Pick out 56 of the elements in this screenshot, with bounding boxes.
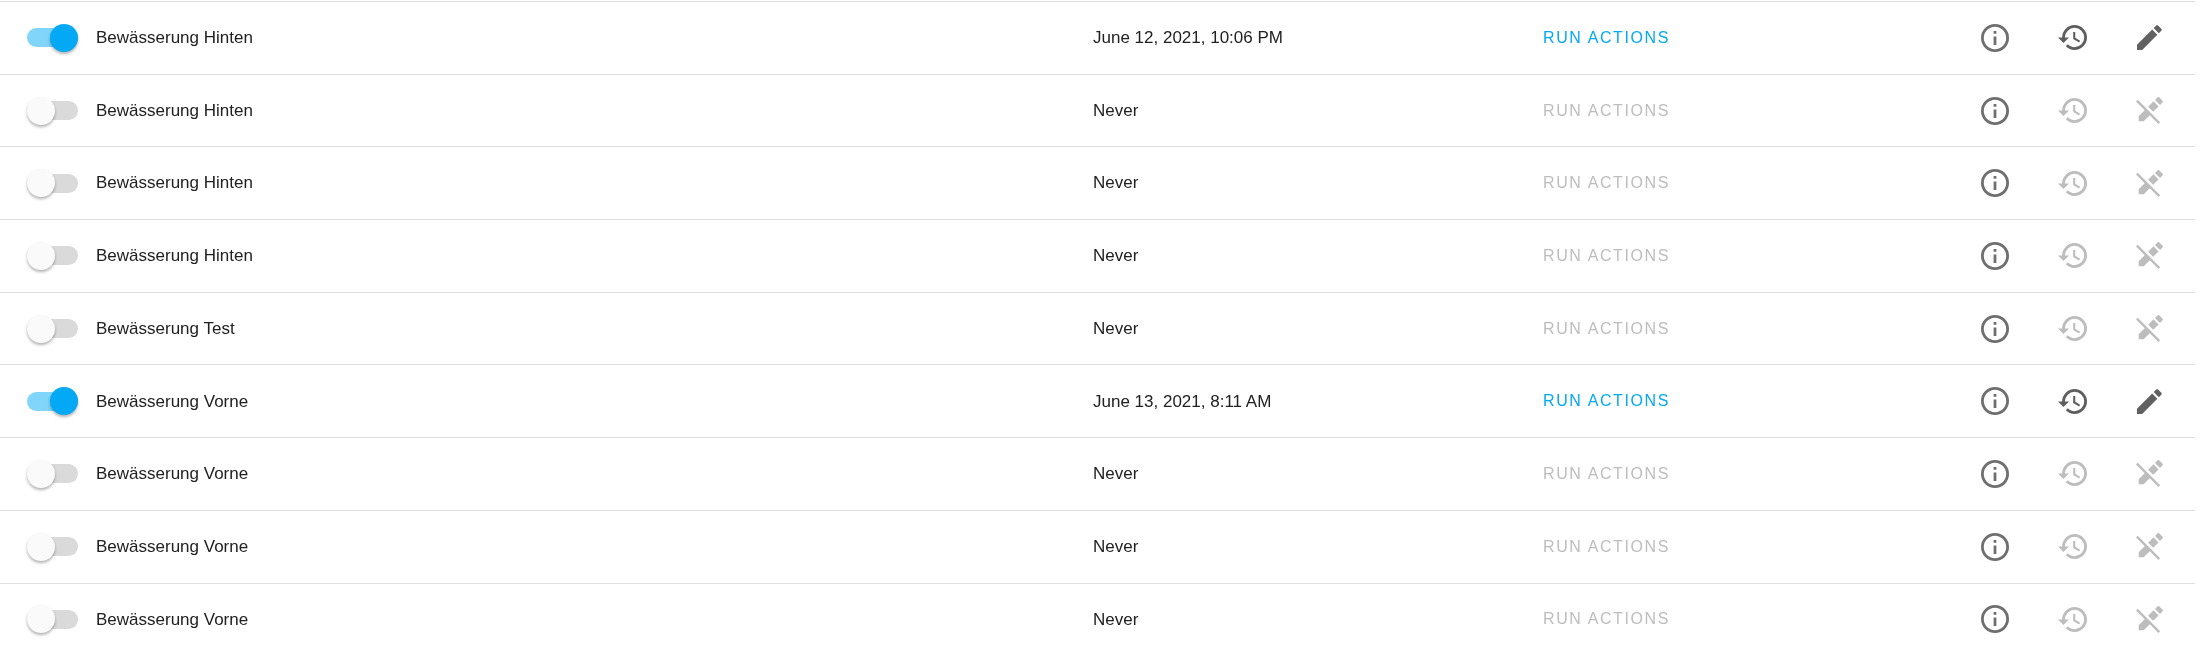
automation-name: Bewässerung Test — [96, 317, 236, 340]
info-icon — [1981, 532, 2009, 561]
history-icon — [2057, 243, 2087, 269]
toggle-switch[interactable] — [27, 459, 78, 488]
history-icon — [2057, 606, 2087, 632]
toggle-switch[interactable] — [27, 387, 78, 416]
last-triggered-text: Never — [1093, 463, 1140, 486]
toggle-switch[interactable] — [27, 314, 78, 343]
automation-name: Bewässerung Vorne — [96, 608, 250, 631]
pencil-off-icon — [2135, 315, 2163, 343]
last-triggered-text: Never — [1093, 99, 1140, 122]
automation-name: Bewässerung Hinten — [96, 27, 254, 50]
pencil-icon — [2136, 388, 2162, 414]
pencil-off-icon — [2135, 605, 2163, 633]
info-icon — [1981, 387, 2009, 416]
toggle-switch[interactable] — [27, 532, 78, 561]
info-icon — [1981, 23, 2009, 52]
toggle-switch[interactable] — [27, 169, 78, 198]
info-icon — [1981, 605, 2009, 634]
pencil-off-icon — [2135, 533, 2163, 561]
history-icon — [2057, 316, 2087, 342]
pencil-off-icon — [2135, 242, 2163, 270]
history-icon — [2057, 388, 2087, 414]
toggle-switch[interactable] — [27, 96, 78, 125]
history-icon — [2057, 98, 2087, 124]
info-icon — [1981, 169, 2009, 198]
run-actions-button[interactable]: RUN ACTIONS — [1532, 376, 1681, 427]
automation-name: Bewässerung Vorne — [96, 535, 250, 558]
last-triggered-text: June 12, 2021, 10:06 PM — [1093, 27, 1284, 50]
last-triggered-text: Never — [1093, 317, 1140, 340]
info-icon — [1981, 96, 2009, 125]
automation-name: Bewässerung Hinten — [96, 99, 254, 122]
toggle-switch[interactable] — [27, 605, 78, 634]
last-triggered-text: Never — [1093, 535, 1140, 558]
pencil-off-icon — [2135, 169, 2163, 197]
info-icon — [1981, 241, 2009, 270]
automation-name: Bewässerung Vorne — [96, 463, 250, 486]
last-triggered-text: Never — [1093, 608, 1140, 631]
pencil-off-icon — [2135, 97, 2163, 125]
automation-name: Bewässerung Hinten — [96, 172, 254, 195]
history-icon — [2057, 461, 2087, 487]
info-icon — [1981, 459, 2009, 488]
last-triggered-text: Never — [1093, 245, 1140, 268]
last-triggered-text: June 13, 2021, 8:11 AM — [1093, 390, 1273, 413]
info-icon — [1981, 314, 2009, 343]
run-actions-button[interactable]: RUN ACTIONS — [1532, 12, 1681, 63]
history-icon — [2057, 170, 2087, 196]
toggle-switch[interactable] — [27, 241, 78, 270]
history-icon — [2057, 534, 2087, 560]
pencil-off-icon — [2135, 460, 2163, 488]
automation-name: Bewässerung Hinten — [96, 245, 254, 268]
automation-name: Bewässerung Vorne — [96, 390, 250, 413]
pencil-icon — [2136, 25, 2162, 51]
history-icon — [2057, 25, 2087, 51]
toggle-switch[interactable] — [27, 23, 78, 52]
last-triggered-text: Never — [1093, 172, 1140, 195]
